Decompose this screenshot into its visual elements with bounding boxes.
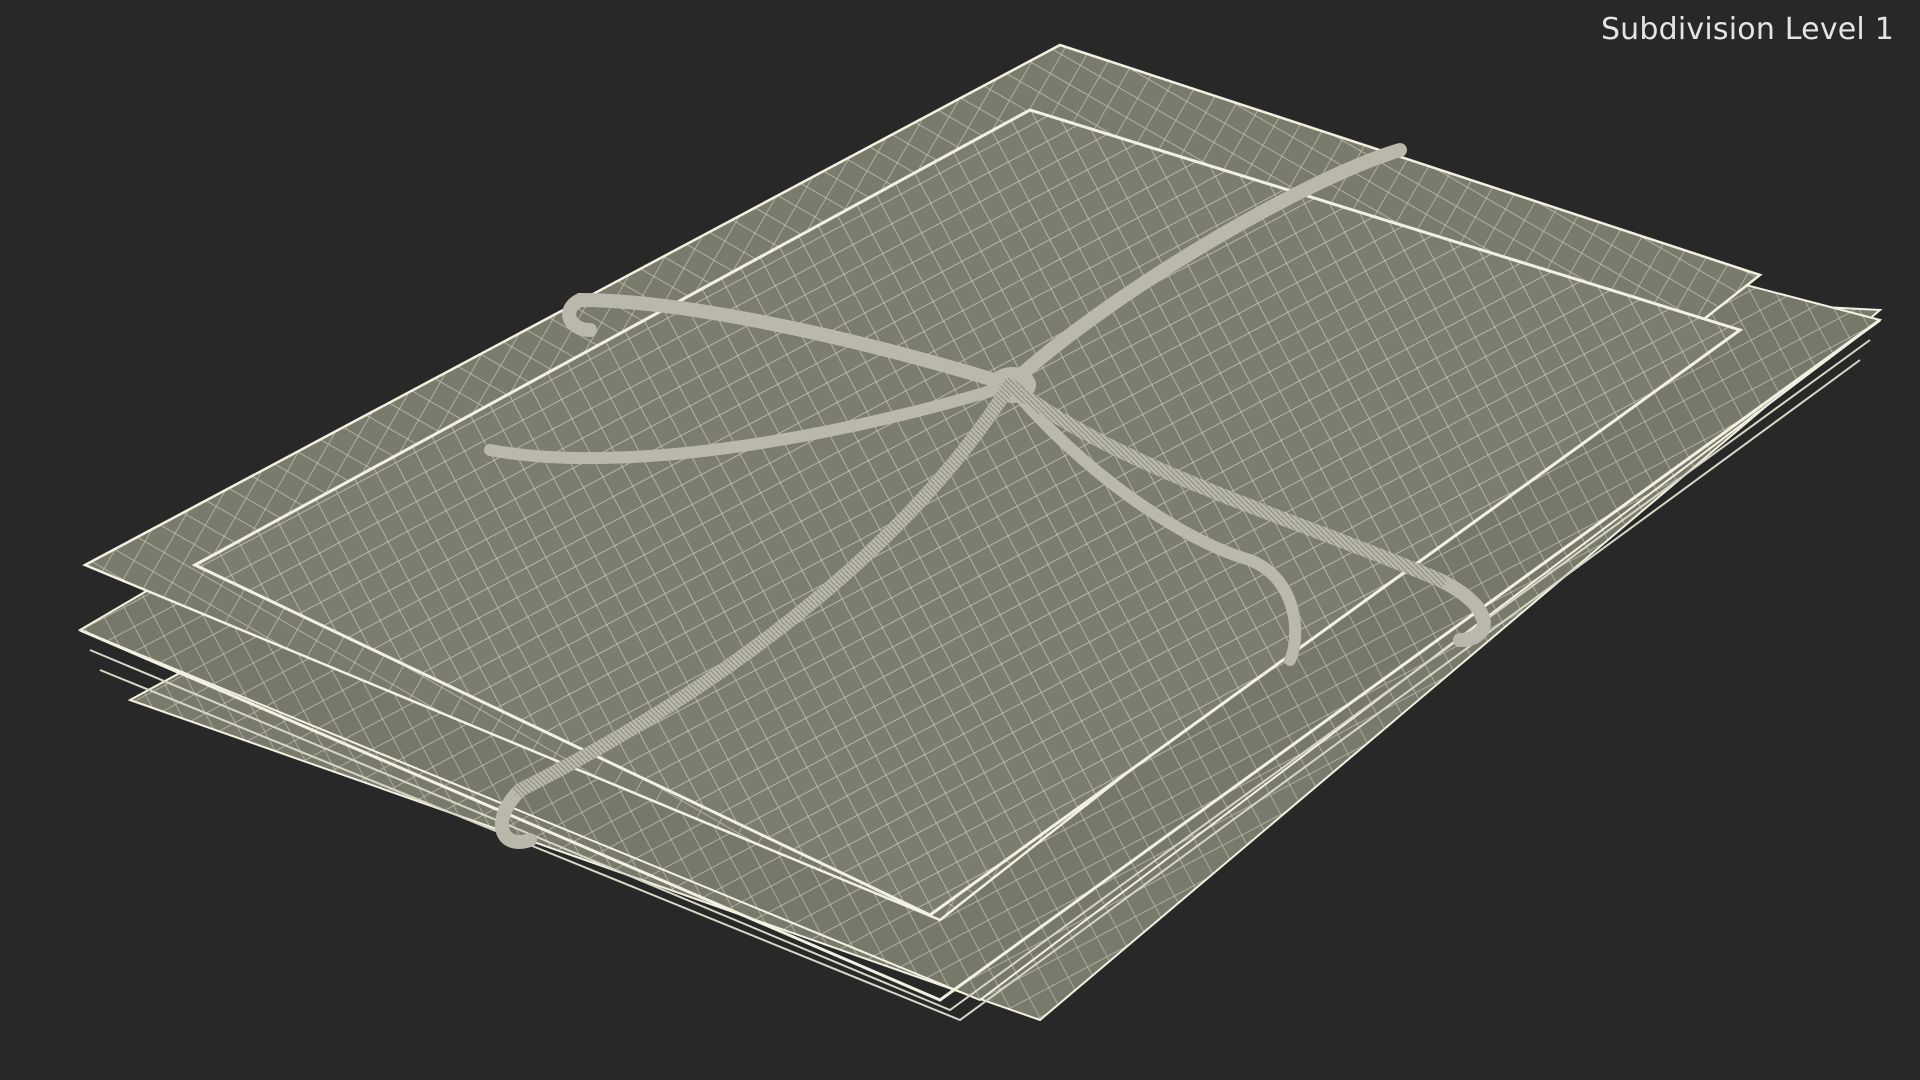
wireframe-render [77,43,1883,1022]
subdivision-level-label: Subdivision Level 1 [1600,12,1894,47]
render-viewport[interactable]: Subdivision Level 1 [0,0,1920,1080]
